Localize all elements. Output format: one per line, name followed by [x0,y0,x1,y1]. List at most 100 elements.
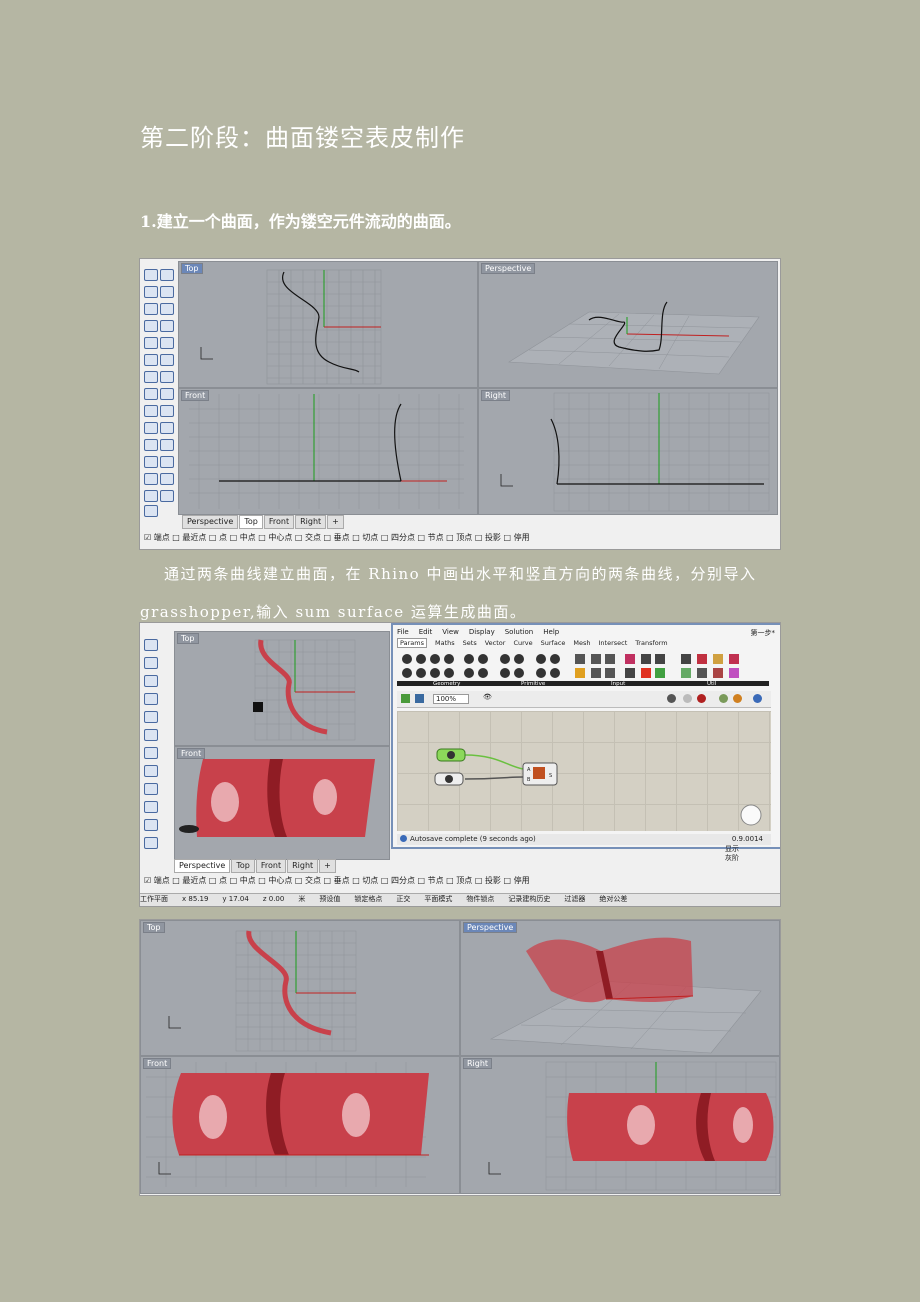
gh-eye-icon[interactable]: 👁 [483,693,492,701]
curve-icon[interactable] [160,286,174,298]
osnap-vertex[interactable]: 顶点 [456,533,472,542]
osnap-center[interactable]: 中心点 [268,876,292,885]
gh-menu-display[interactable]: Display [469,628,495,636]
gh-canvas[interactable]: A B S [397,711,771,831]
text-icon[interactable] [144,473,158,485]
move-icon[interactable] [160,439,174,451]
explode-icon[interactable] [144,405,158,417]
box-icon[interactable] [144,729,158,741]
scale-icon[interactable] [160,456,174,468]
bottom-tab-top[interactable]: Top [239,515,263,529]
status-abs[interactable]: 绝对公差 [599,895,627,903]
osnap-mid[interactable]: 中点 [240,876,256,885]
viewport-front-3[interactable]: Front [140,1056,460,1194]
gh-globe-icon[interactable] [753,694,762,703]
osnap-point[interactable]: 点 [219,876,227,885]
gh-tab-intersect[interactable]: Intersect [599,639,628,647]
dimension-icon[interactable] [160,473,174,485]
join-icon[interactable] [144,422,158,434]
bottom-tab-right[interactable]: Right [295,515,327,529]
osnap-int[interactable]: 交点 [305,876,321,885]
cylinder-icon[interactable] [144,388,158,400]
viewport-tab-front-2[interactable]: Front [177,748,206,759]
circle-icon[interactable] [144,675,158,687]
osnap-end[interactable]: 端点 [154,533,170,542]
select-icon[interactable] [144,269,158,281]
gh-wire-icon[interactable] [683,694,692,703]
trim-icon[interactable] [160,405,174,417]
viewport-tab-right-3[interactable]: Right [463,1058,493,1069]
status-lock[interactable]: 锁定格点 [354,895,382,903]
rectangle-icon[interactable] [160,320,174,332]
gh-zoom-select[interactable]: 100% [433,694,470,704]
gh-menu-view[interactable]: View [442,628,459,636]
osnap-near[interactable]: 最近点 [182,533,206,542]
viewport-right[interactable]: Right [478,388,778,515]
polyline-icon[interactable] [144,657,158,669]
polygon-icon[interactable] [144,693,158,705]
bottom-tab-perspective[interactable]: Perspective [182,515,239,529]
fillet-icon[interactable] [144,337,158,349]
viewport-top-2[interactable]: Top [174,631,390,746]
osnap-perp[interactable]: 垂点 [334,533,350,542]
move-icon[interactable] [144,801,158,813]
osnap-near[interactable]: 最近点 [182,876,206,885]
osnap-tan[interactable]: 切点 [362,876,378,885]
osnap-center[interactable]: 中心点 [268,533,292,542]
box-icon[interactable] [144,371,158,383]
text-icon[interactable] [144,819,158,831]
gh-menu-file[interactable]: File [397,628,409,636]
add-viewport-icon[interactable]: + [327,515,344,529]
gh-tab-surface[interactable]: Surface [541,639,566,647]
gh-menu-edit[interactable]: Edit [419,628,433,636]
osnap-project[interactable]: 投影 [485,876,501,885]
osnap-disable[interactable]: 停用 [514,533,530,542]
array-icon[interactable] [144,837,158,849]
viewport-tab-top[interactable]: Top [181,263,203,274]
gh-color-icon[interactable] [719,694,728,703]
osnap-vertex[interactable]: 顶点 [456,876,472,885]
viewport-perspective-3[interactable]: Perspective [460,920,780,1056]
offset-icon[interactable] [160,337,174,349]
mirror-icon[interactable] [160,490,174,502]
gh-menu-solution[interactable]: Solution [505,628,534,636]
bottom-tab-top-2[interactable]: Top [231,859,255,873]
osnap-end[interactable]: 端点 [154,876,170,885]
viewport-perspective[interactable]: Perspective [478,261,778,388]
viewport-front[interactable]: Front [178,388,478,515]
gh-tab-maths[interactable]: Maths [435,639,455,647]
gh-open-icon[interactable] [401,694,410,703]
osnap-tan[interactable]: 切点 [362,533,378,542]
osnap-knot[interactable]: 节点 [428,876,444,885]
gh-tab-sets[interactable]: Sets [463,639,477,647]
osnap-int[interactable]: 交点 [305,533,321,542]
viewport-top-3[interactable]: Top [140,920,460,1056]
gh-shaded-icon[interactable] [697,694,706,703]
viewport-tab-front[interactable]: Front [181,390,210,401]
status-plane[interactable]: 工作平面 [140,895,168,903]
arc-icon[interactable] [160,303,174,315]
add-viewport-icon[interactable]: + [319,859,336,873]
gh-menu-help[interactable]: Help [543,628,559,636]
osnap-knot[interactable]: 节点 [428,533,444,542]
viewport-tab-front-3[interactable]: Front [143,1058,172,1069]
viewport-right-3[interactable]: Right [460,1056,780,1194]
loft-icon[interactable] [160,354,174,366]
status-planar[interactable]: 平面模式 [424,895,452,903]
viewport-tab-right[interactable]: Right [481,390,511,401]
gh-tab-mesh[interactable]: Mesh [573,639,590,647]
polygon-icon[interactable] [144,320,158,332]
gh-save-icon[interactable] [415,694,424,703]
surface-icon[interactable] [144,354,158,366]
status-history[interactable]: 记录建构历史 [508,895,550,903]
osnap-mid[interactable]: 中点 [240,533,256,542]
join-icon[interactable] [144,783,158,795]
status-filter[interactable]: 过滤器 [564,895,585,903]
viewport-tab-perspective[interactable]: Perspective [481,263,536,274]
osnap-quad[interactable]: 四分点 [391,876,415,885]
status-layer[interactable]: 预设值 [319,895,340,903]
viewport-tab-top-3[interactable]: Top [143,922,165,933]
render-icon[interactable] [144,505,158,517]
osnap-quad[interactable]: 四分点 [391,533,415,542]
bottom-tab-front[interactable]: Front [263,515,295,529]
